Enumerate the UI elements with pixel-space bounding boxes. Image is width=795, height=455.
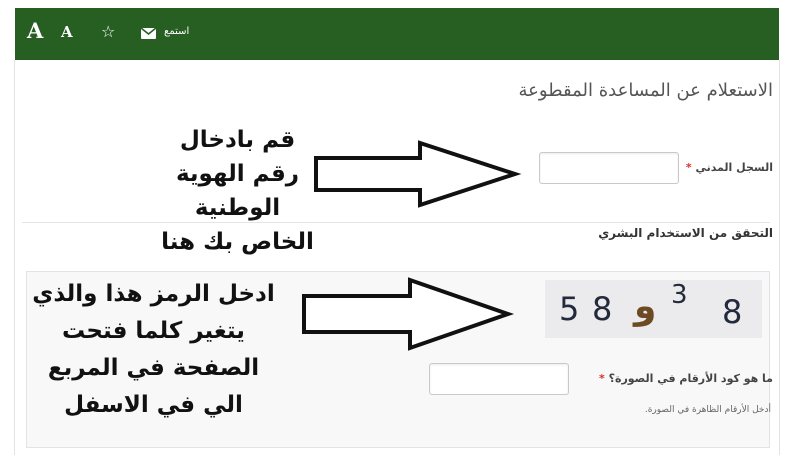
civil-id-label: السجل المدني * xyxy=(686,161,773,174)
captcha-digit: و xyxy=(634,286,657,327)
section-divider xyxy=(22,222,770,223)
page-title: الاستعلام عن المساعدة المقطوعة xyxy=(518,80,773,101)
arrow-right-icon xyxy=(302,277,515,351)
civil-id-input[interactable] xyxy=(539,152,679,184)
email-icon[interactable] xyxy=(141,28,156,39)
captcha-hint: أدخل الأرقام الظاهرة في الصورة. xyxy=(644,405,771,415)
required-mark: * xyxy=(598,372,605,385)
annotation-line: الصفحة في المربع xyxy=(47,355,260,381)
favorite-icon[interactable]: ☆ xyxy=(101,22,115,41)
top-toolbar: A A ☆ استمع xyxy=(15,8,779,60)
captcha-digit: 5 xyxy=(559,290,580,328)
annotation-line: قم بادخال رقم الهوية xyxy=(175,127,300,187)
annotation-line: ادخل الرمز هذا والذي xyxy=(32,281,275,307)
captcha-question-label: ما هو كود الأرقام في الصورة؟ * xyxy=(599,372,773,385)
arrow-right-icon xyxy=(314,140,522,208)
required-mark: * xyxy=(685,161,692,174)
captcha-digit: 3 xyxy=(671,280,688,310)
annotation-note-1: قم بادخال رقم الهوية الوطنية الخاص بك هن… xyxy=(160,123,315,259)
captcha-question-text: ما هو كود الأرقام في الصورة؟ xyxy=(608,372,773,385)
annotation-line: الي في الاسفل xyxy=(64,392,243,418)
civil-id-label-text: السجل المدني xyxy=(695,161,773,174)
captcha-answer-input[interactable] xyxy=(429,363,569,395)
font-increase-button[interactable]: A xyxy=(27,18,43,43)
font-decrease-button[interactable]: A xyxy=(61,23,73,41)
human-check-heading: التحقق من الاستخدام البشري xyxy=(598,226,773,240)
annotation-line: الوطنية الخاص بك هنا xyxy=(161,195,314,255)
captcha-digit: 8 xyxy=(592,290,613,328)
panel-border-right xyxy=(779,60,780,455)
captcha-digit: 8 xyxy=(722,293,743,331)
annotation-note-2: ادخل الرمز هذا والذي يتغير كلما فتحت الص… xyxy=(6,276,301,424)
annotation-line: يتغير كلما فتحت xyxy=(62,318,245,344)
captcha-image: 5 8 و 3 8 xyxy=(545,280,762,338)
listen-button[interactable]: استمع xyxy=(164,26,189,37)
